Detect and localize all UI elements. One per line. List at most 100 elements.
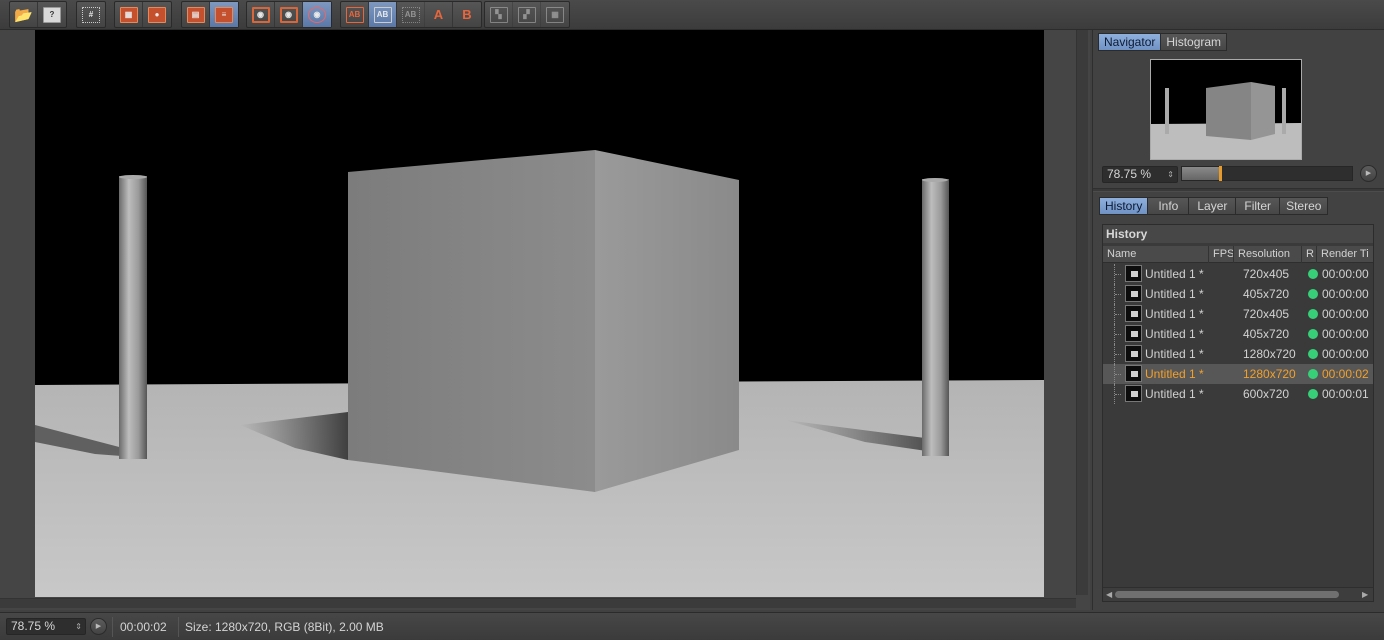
tab-stereo[interactable]: Stereo bbox=[1279, 197, 1329, 215]
status-zoom-field[interactable]: 78.75 % ⇕ bbox=[6, 618, 86, 635]
grid-icon: # bbox=[82, 6, 100, 23]
row-render-time: 00:00:01 bbox=[1322, 387, 1369, 401]
zoom-slider-knob[interactable] bbox=[1219, 166, 1222, 181]
row-resolution: 720x405 bbox=[1243, 267, 1290, 281]
status-menu-button[interactable]: ▶ bbox=[90, 618, 107, 635]
render-user-icon: ● bbox=[148, 6, 166, 23]
column-render-time[interactable]: Render Ti bbox=[1317, 246, 1373, 263]
tab-filter[interactable]: Filter bbox=[1235, 197, 1281, 215]
row-resolution: 720x405 bbox=[1243, 307, 1290, 321]
eye-frame-alt-icon: ◉ bbox=[279, 6, 298, 23]
grid-select-button[interactable]: # bbox=[77, 2, 105, 27]
delete-all-button[interactable]: ≡ bbox=[210, 2, 238, 27]
stereo-3-button[interactable]: ▦ bbox=[541, 2, 569, 27]
table-row[interactable]: Untitled 1 * 720x405 00:00:00 bbox=[1103, 264, 1373, 284]
row-name: Untitled 1 * bbox=[1145, 387, 1204, 401]
row-name: Untitled 1 * bbox=[1145, 347, 1204, 361]
table-row[interactable]: Untitled 1 * 1280x720 00:00:02 bbox=[1103, 364, 1373, 384]
row-name: Untitled 1 * bbox=[1145, 267, 1204, 281]
status-separator bbox=[178, 617, 179, 637]
table-row[interactable]: Untitled 1 * 600x720 00:00:01 bbox=[1103, 384, 1373, 404]
viewport-horizontal-scrollbar[interactable] bbox=[0, 598, 1076, 608]
render-thumbnail bbox=[1125, 345, 1142, 362]
set-a-button[interactable]: A bbox=[425, 2, 453, 27]
row-render-time: 00:00:00 bbox=[1322, 327, 1369, 341]
toolbar-group-grid: # bbox=[76, 1, 106, 28]
navigator-menu-button[interactable]: ▶ bbox=[1360, 165, 1377, 182]
set-a-icon: A bbox=[433, 7, 444, 22]
picture-viewer-window: 📂 ? # ▦ ● ▤ ≡ ◉ ◉ ◉ AB AB AB A B ▚ ▞ ▦ N… bbox=[0, 0, 1384, 640]
stepper-icon: ⇕ bbox=[75, 622, 82, 631]
panel-divider[interactable] bbox=[1093, 188, 1384, 192]
render-region-icon: ▦ bbox=[119, 6, 138, 23]
render-viewport[interactable] bbox=[35, 30, 1044, 597]
scroll-right-icon[interactable]: ▶ bbox=[1362, 588, 1368, 601]
history-panel: History Name FPS Resolution R Render Ti … bbox=[1102, 224, 1374, 602]
navigator-thumbnail[interactable] bbox=[1150, 59, 1302, 160]
render-region-user-button[interactable]: ● bbox=[143, 2, 171, 27]
save-file-button[interactable]: ? bbox=[38, 2, 66, 27]
tab-layer[interactable]: Layer bbox=[1188, 197, 1237, 215]
open-file-button[interactable]: 📂 bbox=[10, 2, 38, 27]
render-thumbnail bbox=[1125, 305, 1142, 322]
viewport-vertical-scrollbar[interactable] bbox=[1076, 30, 1088, 595]
view-layers-button[interactable]: ◉ bbox=[303, 2, 331, 27]
history-scroll-thumb[interactable] bbox=[1115, 591, 1339, 598]
navigator-zoom-field[interactable]: 78.75 % ⇕ bbox=[1102, 166, 1178, 183]
view-single-button[interactable]: ◉ bbox=[247, 2, 275, 27]
layers-eye-icon: ◉ bbox=[308, 6, 326, 23]
render-region-button[interactable]: ▦ bbox=[115, 2, 143, 27]
row-resolution: 600x720 bbox=[1243, 387, 1290, 401]
navigator-zoom-value: 78.75 % bbox=[1107, 167, 1152, 181]
history-table-header: Name FPS Resolution R Render Ti bbox=[1103, 246, 1373, 263]
set-b-icon: B bbox=[462, 7, 472, 22]
render-thumbnail bbox=[1125, 385, 1142, 402]
rendered-image bbox=[35, 30, 1044, 597]
ab-swap-button[interactable]: AB bbox=[397, 2, 425, 27]
ab-icon: AB bbox=[345, 6, 364, 23]
tree-line bbox=[1114, 304, 1122, 324]
ab-compare-button[interactable]: AB bbox=[341, 2, 369, 27]
row-render-time: 00:00:02 bbox=[1322, 367, 1369, 381]
ab-swap-icon: AB bbox=[401, 6, 420, 23]
status-render-time: 00:00:02 bbox=[120, 620, 167, 634]
render-status-dot bbox=[1308, 269, 1318, 279]
play-icon: ▶ bbox=[95, 623, 102, 630]
delete-picture-button[interactable]: ▤ bbox=[182, 2, 210, 27]
tab-histogram[interactable]: Histogram bbox=[1160, 33, 1228, 51]
tab-history[interactable]: History bbox=[1099, 197, 1149, 215]
navigator-zoom-slider[interactable] bbox=[1181, 166, 1353, 181]
render-status-dot bbox=[1308, 309, 1318, 319]
stepper-icon: ⇕ bbox=[1167, 170, 1174, 179]
view-pass-button[interactable]: ◉ bbox=[275, 2, 303, 27]
tab-info[interactable]: Info bbox=[1147, 197, 1190, 215]
scroll-left-icon[interactable]: ◀ bbox=[1106, 588, 1112, 601]
tab-navigator[interactable]: Navigator bbox=[1098, 33, 1162, 51]
table-row[interactable]: Untitled 1 * 405x720 00:00:00 bbox=[1103, 324, 1373, 344]
history-horizontal-scrollbar[interactable]: ◀ ▶ bbox=[1103, 587, 1373, 601]
viewport-area bbox=[0, 30, 1090, 610]
stereo-1-button[interactable]: ▚ bbox=[485, 2, 513, 27]
column-r[interactable]: R bbox=[1302, 246, 1317, 263]
toolbar-group-delete: ▤ ≡ bbox=[181, 1, 239, 28]
column-fps[interactable]: FPS bbox=[1209, 246, 1234, 263]
ab-split-button[interactable]: AB bbox=[369, 2, 397, 27]
tree-line bbox=[1114, 324, 1122, 344]
row-render-time: 00:00:00 bbox=[1322, 307, 1369, 321]
navigator-tabs: Navigator Histogram bbox=[1098, 33, 1228, 51]
column-resolution[interactable]: Resolution bbox=[1234, 246, 1302, 263]
zoom-slider-fill bbox=[1182, 167, 1219, 180]
table-row[interactable]: Untitled 1 * 1280x720 00:00:00 bbox=[1103, 344, 1373, 364]
column-name[interactable]: Name bbox=[1103, 246, 1209, 263]
row-name: Untitled 1 * bbox=[1145, 327, 1204, 341]
table-row[interactable]: Untitled 1 * 405x720 00:00:00 bbox=[1103, 284, 1373, 304]
set-b-button[interactable]: B bbox=[453, 2, 481, 27]
table-row[interactable]: Untitled 1 * 720x405 00:00:00 bbox=[1103, 304, 1373, 324]
stereo-2-button[interactable]: ▞ bbox=[513, 2, 541, 27]
render-status-dot bbox=[1308, 329, 1318, 339]
stereo-icon: ▚ bbox=[489, 6, 508, 23]
row-render-time: 00:00:00 bbox=[1322, 287, 1369, 301]
stereo-alt-icon: ▞ bbox=[517, 6, 536, 23]
render-status-dot bbox=[1308, 289, 1318, 299]
status-bar: 78.75 % ⇕ ▶ 00:00:02 Size: 1280x720, RGB… bbox=[0, 612, 1384, 640]
